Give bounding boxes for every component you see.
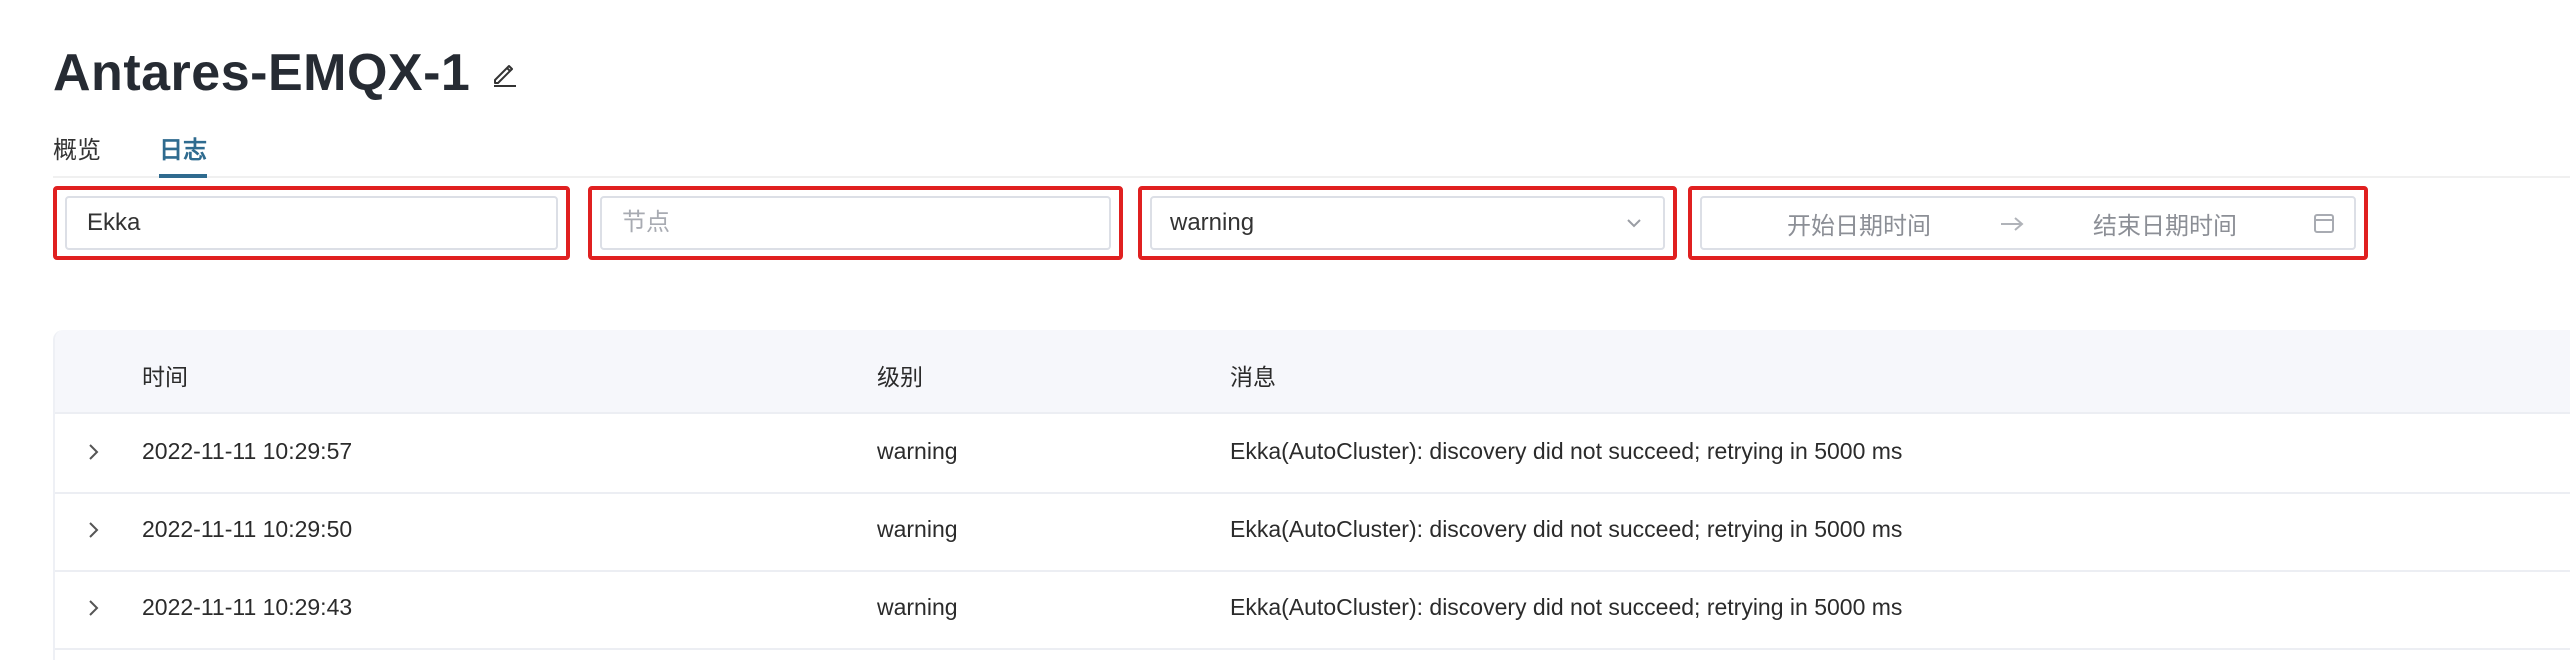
column-header-time: 时间 bbox=[142, 364, 188, 390]
row-message: Ekka(AutoCluster): discovery did not suc… bbox=[1230, 438, 1903, 464]
table-header: 时间 级别 消息 bbox=[55, 330, 2570, 414]
date-filter-highlight: 开始日期时间 结束日期时间 bbox=[1688, 186, 2368, 260]
arrow-right-icon bbox=[1998, 213, 2026, 233]
page-title: Antares-EMQX-1 bbox=[53, 44, 471, 102]
row-level: warning bbox=[877, 594, 958, 620]
table-row[interactable]: 2022-11-11 10:29:43 warning Ekka(AutoClu… bbox=[55, 570, 2570, 650]
calendar-icon[interactable] bbox=[2312, 211, 2336, 235]
start-date-input[interactable]: 开始日期时间 bbox=[1720, 206, 1998, 241]
date-range-picker[interactable]: 开始日期时间 结束日期时间 bbox=[1700, 196, 2356, 250]
table-row[interactable]: 2022-11-11 10:29:57 warning Ekka(AutoClu… bbox=[55, 414, 2570, 494]
row-time: 2022-11-11 10:29:50 bbox=[142, 516, 353, 542]
row-message: Ekka(AutoCluster): discovery did not suc… bbox=[1230, 516, 1903, 542]
chevron-down-icon[interactable] bbox=[1623, 212, 1645, 234]
row-time: 2022-11-11 10:29:57 bbox=[142, 438, 353, 464]
keyword-filter-highlight bbox=[53, 186, 570, 260]
page-header: Antares-EMQX-1 bbox=[53, 38, 520, 108]
chevron-right-icon[interactable] bbox=[81, 440, 105, 464]
level-filter-highlight: warning bbox=[1138, 186, 1677, 260]
keyword-input[interactable] bbox=[85, 208, 538, 238]
edit-icon[interactable] bbox=[490, 58, 520, 88]
node-field[interactable] bbox=[600, 196, 1111, 250]
level-select-value: warning bbox=[1170, 209, 1255, 236]
end-date-input[interactable]: 结束日期时间 bbox=[2026, 206, 2304, 241]
tab-logs[interactable]: 日志 bbox=[159, 130, 207, 178]
tab-overview[interactable]: 概览 bbox=[53, 130, 101, 176]
row-message: Ekka(AutoCluster): discovery did not suc… bbox=[1230, 594, 1903, 620]
table-row[interactable]: 2022-11-11 10:29:50 warning Ekka(AutoClu… bbox=[55, 492, 2570, 572]
keyword-field[interactable] bbox=[65, 196, 558, 250]
chevron-right-icon[interactable] bbox=[81, 596, 105, 620]
column-header-level: 级别 bbox=[877, 364, 923, 390]
row-time: 2022-11-11 10:29:43 bbox=[142, 594, 353, 620]
level-select[interactable]: warning bbox=[1150, 196, 1665, 250]
row-level: warning bbox=[877, 438, 958, 464]
tab-bar: 概览 日志 bbox=[53, 122, 2570, 178]
node-filter-highlight bbox=[588, 186, 1123, 260]
column-header-message: 消息 bbox=[1230, 364, 1276, 390]
log-table: 时间 级别 消息 2022-11-11 10:29:57 warning Ekk… bbox=[53, 330, 2570, 660]
chevron-right-icon[interactable] bbox=[81, 518, 105, 542]
row-level: warning bbox=[877, 516, 958, 542]
node-input[interactable] bbox=[620, 208, 1091, 238]
